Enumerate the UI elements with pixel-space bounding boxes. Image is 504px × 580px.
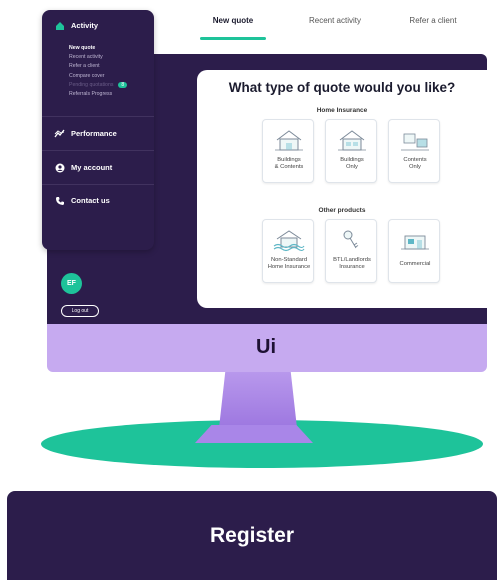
sidebar-item-my-account[interactable]: My account [54, 162, 112, 173]
card-label: Contents [403, 157, 427, 163]
submenu-refer-a-client[interactable]: Refer a client [69, 62, 127, 71]
submenu-recent-activity[interactable]: Recent activity [69, 53, 127, 62]
sidebar-item-label: Activity [71, 21, 99, 30]
card-label: Insurance [339, 264, 365, 270]
quote-type-panel: What type of quote would you like? Home … [197, 70, 487, 308]
activity-submenu: New quote Recent activity Refer a client… [69, 44, 128, 99]
active-tab-indicator [200, 37, 266, 40]
register-label: Register [209, 523, 295, 547]
tab-refer-a-client[interactable]: Refer a client [398, 16, 468, 25]
user-icon [54, 162, 65, 173]
sidebar-item-performance[interactable]: Performance [54, 128, 117, 139]
card-buildings-contents[interactable]: Buildings & Contents [262, 119, 314, 183]
sidebar: Activity New quote Recent activity Refer… [42, 10, 154, 250]
phone-icon [54, 195, 65, 206]
home-icon [54, 20, 65, 31]
sidebar-item-label: Performance [71, 129, 117, 138]
house-icon [338, 130, 366, 151]
card-commercial[interactable]: Commercial [388, 219, 440, 283]
card-label: Only [409, 164, 421, 170]
card-label: Non-Standard [270, 257, 308, 263]
register-button[interactable]: Register [7, 491, 497, 580]
card-non-standard-home[interactable]: Non-Standard Home Insurance [262, 219, 314, 283]
sidebar-item-label: My account [71, 163, 113, 172]
monitor-stand-base [195, 425, 313, 443]
submenu-referrals-progress[interactable]: Referrals Progress [69, 90, 127, 99]
key-icon [343, 230, 359, 249]
furniture-icon [401, 133, 429, 151]
card-label: Only [346, 164, 358, 170]
sidebar-divider [42, 184, 154, 185]
card-label: Commercial [399, 261, 431, 267]
sidebar-item-activity[interactable]: Activity [54, 20, 98, 31]
card-label: & Contents [274, 164, 304, 170]
submenu-new-quote[interactable]: New quote [69, 44, 127, 53]
monitor-stand [219, 372, 297, 428]
tab-new-quote[interactable]: New quote [200, 16, 266, 25]
card-label: Home Insurance [267, 264, 311, 270]
card-btl-landlords[interactable]: BTL/Landlords Insurance [325, 219, 377, 283]
card-label: Buildings [340, 157, 364, 163]
card-label: Buildings [277, 157, 301, 163]
home-insurance-heading: Home Insurance [316, 107, 368, 114]
monitor-logo: Ui [256, 336, 276, 358]
logout-button[interactable]: Log out [61, 305, 99, 317]
sidebar-divider [42, 150, 154, 151]
other-products-heading: Other products [318, 207, 366, 214]
pending-count-badge: 8 [118, 81, 128, 88]
card-buildings-only[interactable]: Buildings Only [325, 119, 377, 183]
tab-recent-activity[interactable]: Recent activity [300, 16, 370, 25]
house-icon [275, 130, 303, 151]
trend-icon [54, 128, 65, 139]
page-title: What type of quote would you like? [228, 80, 456, 95]
shop-icon [401, 235, 429, 250]
card-contents-only[interactable]: Contents Only [388, 119, 440, 183]
submenu-label: Pending quotations [69, 81, 114, 88]
avatar[interactable]: EF [61, 273, 82, 294]
sidebar-item-label: Contact us [71, 196, 110, 205]
card-label: BTL/Landlords [333, 257, 371, 263]
sidebar-divider [42, 116, 154, 117]
flood-house-icon [273, 230, 305, 252]
sidebar-item-contact-us[interactable]: Contact us [54, 195, 110, 206]
submenu-pending-quotations[interactable]: Pending quotations 8 [69, 81, 128, 90]
submenu-compare-cover[interactable]: Compare cover [69, 72, 127, 81]
